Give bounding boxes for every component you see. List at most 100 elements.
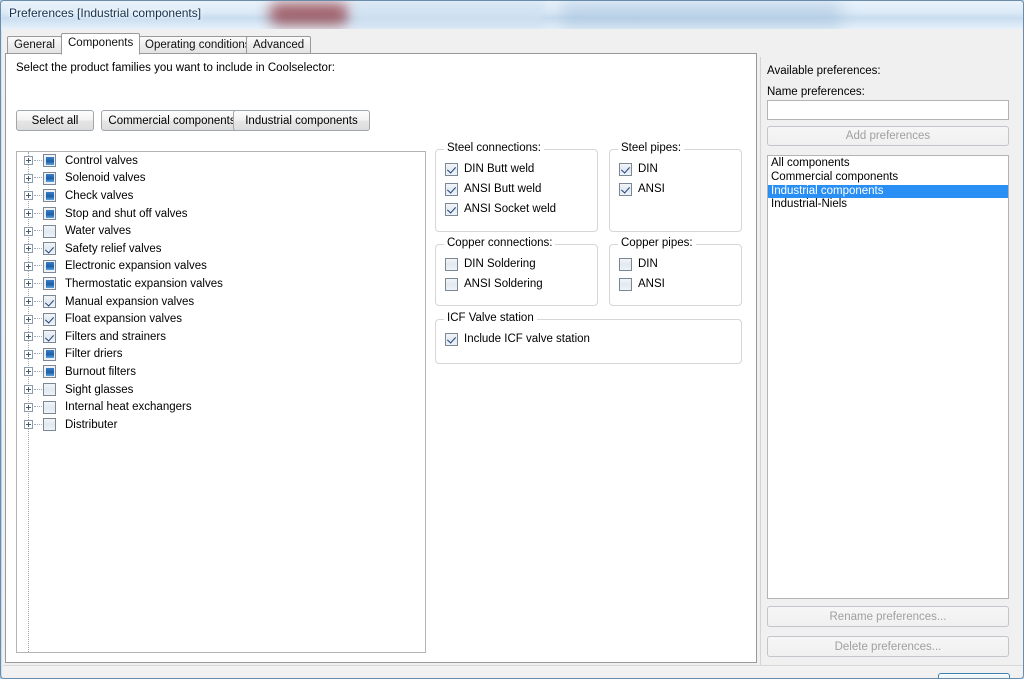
checkbox-row[interactable]: ANSI: [619, 179, 741, 199]
name-preferences-input[interactable]: [767, 100, 1009, 120]
expand-plus-icon[interactable]: [24, 191, 33, 201]
tree-item-checkbox[interactable]: [43, 189, 56, 203]
ok-button[interactable]: OK: [938, 673, 1010, 678]
tree-item[interactable]: Thermostatic expansion valves: [17, 275, 425, 293]
title-bar[interactable]: Preferences [Industrial components]: [1, 1, 1023, 29]
tree-item-checkbox[interactable]: [43, 365, 56, 379]
option-checkbox[interactable]: [619, 277, 632, 291]
tab-general[interactable]: General: [7, 36, 62, 54]
expand-plus-icon[interactable]: [24, 279, 33, 289]
industrial-components-button[interactable]: Industrial components: [233, 110, 370, 131]
copper-pipes-group-label: Copper pipes:: [618, 237, 696, 249]
tree-item-checkbox[interactable]: [43, 400, 56, 414]
expand-plus-icon[interactable]: [24, 209, 33, 219]
tree-item[interactable]: Sight glasses: [17, 381, 425, 399]
select-all-button[interactable]: Select all: [16, 110, 94, 131]
preferences-dialog: Preferences [Industrial components] Gene…: [0, 0, 1024, 679]
expand-plus-icon[interactable]: [24, 173, 33, 183]
tree-item[interactable]: Burnout filters: [17, 363, 425, 381]
preference-list-item[interactable]: Commercial components: [768, 171, 1008, 185]
tree-item[interactable]: Control valves: [17, 152, 425, 170]
tree-item-checkbox[interactable]: [43, 418, 56, 432]
tab-advanced[interactable]: Advanced: [246, 36, 312, 54]
tree-item[interactable]: Water valves: [17, 222, 425, 240]
tree-dash-line: [34, 247, 42, 250]
tree-item-checkbox[interactable]: [43, 259, 56, 273]
tab-operating-conditions[interactable]: Operating conditions: [138, 36, 258, 54]
tree-item-checkbox[interactable]: [43, 347, 56, 361]
copper-connections-group: Copper connections: DIN Soldering ANSI So…: [435, 237, 598, 306]
expand-plus-icon[interactable]: [24, 314, 33, 324]
expand-plus-icon[interactable]: [24, 244, 33, 254]
tree-item-checkbox[interactable]: [43, 295, 56, 309]
expand-plus-icon[interactable]: [24, 297, 33, 307]
expand-plus-icon[interactable]: [24, 349, 33, 359]
tree-item-checkbox[interactable]: [43, 171, 56, 185]
tree-item[interactable]: Manual expansion valves: [17, 293, 425, 311]
preference-list-item[interactable]: Industrial-Niels: [768, 198, 1008, 212]
tree-item[interactable]: Check valves: [17, 187, 425, 205]
expand-plus-icon[interactable]: [24, 156, 33, 166]
checkbox-row[interactable]: ANSI Soldering: [445, 274, 597, 294]
expand-plus-icon[interactable]: [24, 385, 33, 395]
expand-plus-icon[interactable]: [24, 402, 33, 412]
preference-list-item[interactable]: All components: [768, 157, 1008, 171]
checkbox-row[interactable]: DIN: [619, 254, 741, 274]
option-checkbox[interactable]: [445, 182, 458, 196]
option-checkbox[interactable]: [445, 332, 458, 346]
tree-dash-line: [34, 230, 42, 232]
expand-plus-icon[interactable]: [24, 367, 33, 377]
tree-item-checkbox[interactable]: [43, 312, 56, 326]
available-preferences-label: Available preferences:: [767, 65, 881, 77]
option-label: ANSI: [638, 278, 665, 290]
checkbox-row[interactable]: DIN Soldering: [445, 254, 597, 274]
tree-dash-line: [34, 177, 42, 179]
expand-plus-icon[interactable]: [24, 332, 33, 342]
checkbox-row[interactable]: ANSI Socket weld: [445, 199, 597, 219]
checkbox-row[interactable]: DIN Butt weld: [445, 159, 597, 179]
tree-item[interactable]: Float expansion valves: [17, 310, 425, 328]
checkbox-row[interactable]: ANSI: [619, 274, 741, 294]
tree-item[interactable]: Solenoid valves: [17, 170, 425, 188]
tree-item-checkbox[interactable]: [43, 330, 56, 344]
tree-item-checkbox[interactable]: [43, 154, 56, 168]
tree-item-label: Float expansion valves: [65, 313, 182, 326]
background-blur-sky: [561, 1, 841, 29]
tree-item-checkbox[interactable]: [43, 383, 56, 397]
tree-item[interactable]: Distributer: [17, 416, 425, 434]
available-preferences-list[interactable]: All components Commercial components Indus…: [767, 155, 1009, 599]
checkbox-row[interactable]: Include ICF valve station: [445, 329, 741, 349]
option-checkbox[interactable]: [445, 162, 458, 176]
tree-item-checkbox[interactable]: [43, 277, 56, 291]
tree-item[interactable]: Internal heat exchangers: [17, 398, 425, 416]
checkbox-row[interactable]: ANSI Butt weld: [445, 179, 597, 199]
product-family-tree[interactable]: Control valves Solenoid valves Check valve…: [16, 151, 426, 653]
steel-connections-group-label: Steel connections:: [444, 142, 544, 154]
tree-item-checkbox[interactable]: [43, 207, 56, 221]
option-checkbox[interactable]: [619, 257, 632, 271]
option-checkbox[interactable]: [619, 162, 632, 176]
copper-pipes-group: Copper pipes: DIN ANSI: [609, 237, 742, 306]
tree-item[interactable]: Filters and strainers: [17, 328, 425, 346]
preference-list-item[interactable]: Industrial components: [768, 184, 1008, 199]
tab-components[interactable]: Components: [61, 33, 141, 55]
option-checkbox[interactable]: [445, 202, 458, 216]
tree-item[interactable]: Filter driers: [17, 346, 425, 364]
tree-item-checkbox[interactable]: [43, 224, 56, 238]
delete-preferences-button[interactable]: Delete preferences...: [767, 636, 1009, 657]
expand-plus-icon[interactable]: [24, 226, 33, 236]
option-checkbox[interactable]: [619, 182, 632, 196]
tree-item-checkbox[interactable]: [43, 242, 56, 256]
dialog-footer: [3, 665, 1023, 678]
add-preferences-button[interactable]: Add preferences: [767, 126, 1009, 146]
tree-item[interactable]: Stop and shut off valves: [17, 205, 425, 223]
checkbox-row[interactable]: DIN: [619, 159, 741, 179]
commercial-components-button[interactable]: Commercial components: [101, 110, 243, 131]
tree-item[interactable]: Electronic expansion valves: [17, 258, 425, 276]
tree-item[interactable]: Safety relief valves: [17, 240, 425, 258]
rename-preferences-button[interactable]: Rename preferences...: [767, 606, 1009, 627]
option-checkbox[interactable]: [445, 257, 458, 271]
expand-plus-icon[interactable]: [24, 261, 33, 271]
expand-plus-icon[interactable]: [24, 420, 33, 430]
option-checkbox[interactable]: [445, 277, 458, 291]
